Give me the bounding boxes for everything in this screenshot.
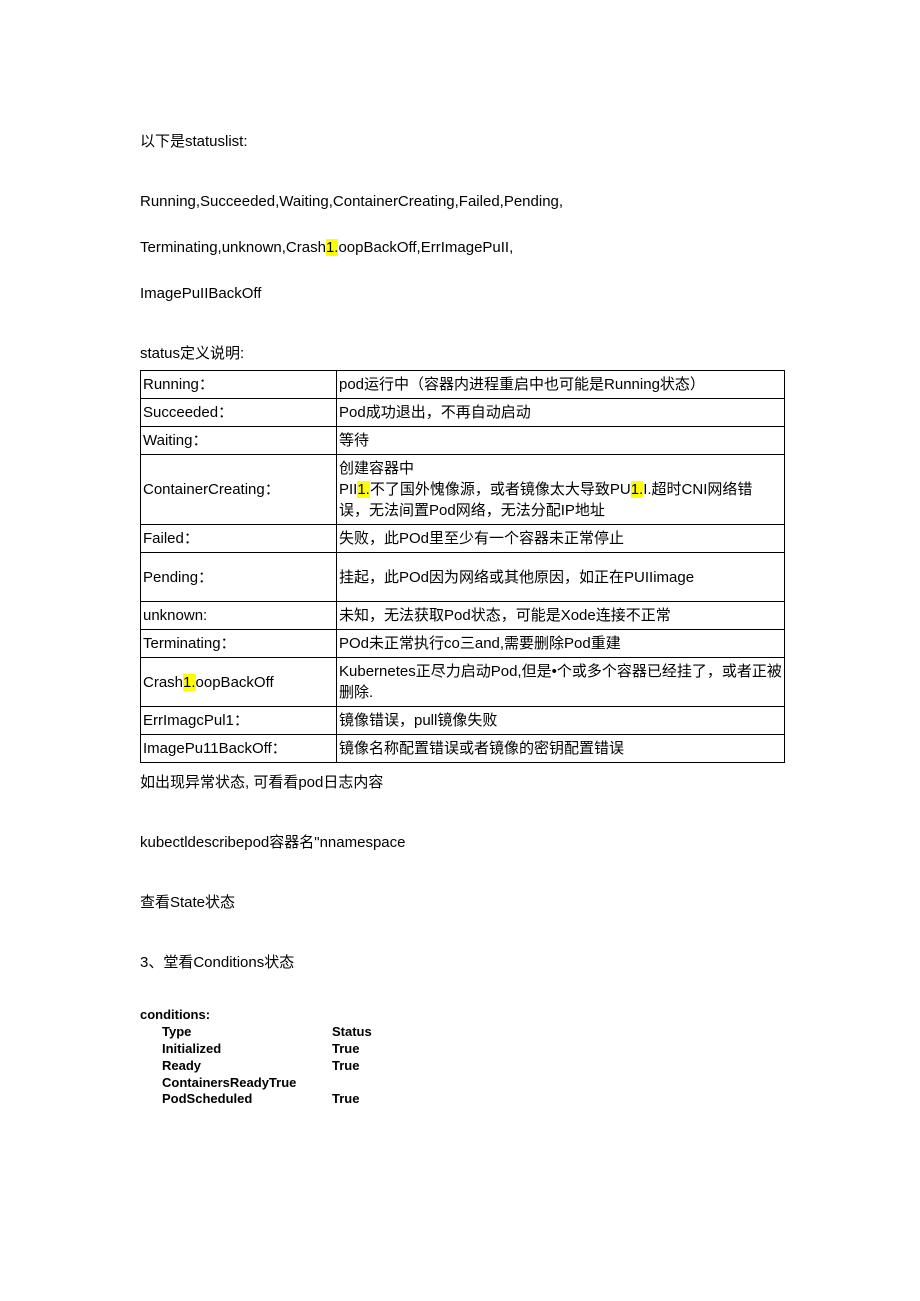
conditions-title: conditions: (140, 1007, 785, 1024)
conditions-type: Initialized (162, 1041, 332, 1058)
table-row: Crash1.oopBackOffKubernetes正尽力启动Pod,但是•个… (141, 658, 785, 707)
table-row: Pending：挂起，此POd因为网络或其他原因，如正在PUIIimage (141, 553, 785, 602)
intro-line-2: Running,Succeeded,Waiting,ContainerCreat… (140, 190, 785, 214)
status-table: Running：pod运行中（容器内进程重启中也可能是Running状态）Suc… (140, 370, 785, 763)
conditions-row: PodScheduledTrue (140, 1091, 785, 1108)
intro-line-4: ImagePuIIBackOff (140, 282, 785, 306)
status-key-cell: ImagePu11BackOff： (141, 735, 337, 763)
conditions-status: True (332, 1041, 359, 1058)
conditions-row: ReadyTrue (140, 1058, 785, 1075)
status-value-cell: 镜像名称配置错误或者镜像的密钥配置错误 (337, 735, 785, 763)
table-row: unknown:未知，无法获取Pod状态，可能是Xode连接不正常 (141, 602, 785, 630)
status-key-cell: Running： (141, 371, 337, 399)
text-fragment: 镜像错误，pull镜像失败 (339, 712, 497, 729)
text-fragment: Crash (143, 674, 183, 691)
table-row: ErrImagcPul1：镜像错误，pull镜像失败 (141, 707, 785, 735)
status-key-cell: Succeeded： (141, 399, 337, 427)
status-value-cell: Pod成功退出，不再自动启动 (337, 399, 785, 427)
text-fragment: pod运行中（容器内进程重启中也可能是Running状态） (339, 376, 705, 393)
status-value-cell: Kubernetes正尽力启动Pod,但是•个或多个容器已经挂了，或者正被删除. (337, 658, 785, 707)
table-row: Failed：失败，此POd里至少有一个容器未正常停止 (141, 525, 785, 553)
status-key-cell: ContainerCreating： (141, 455, 337, 525)
table-row: Terminating：POd未正常执行co三and,需要删除Pod重建 (141, 630, 785, 658)
text-fragment: 创建容器中 (339, 460, 414, 477)
text-fragment: 镜像名称配置错误或者镜像的密钥配置错误 (339, 740, 624, 757)
status-value-cell: 创建容器中PII1.不了国外愧像源，或者镜像太大导致PU1.I.超时CNI网络错… (337, 455, 785, 525)
intro-line-1: 以下是statuslist: (140, 130, 785, 154)
conditions-row: ContainersReadyTrue (140, 1075, 785, 1092)
text-fragment: 不了国外愧像源，或者镜像太大导致PU (370, 481, 631, 498)
status-value-cell: 未知，无法获取Pod状态，可能是Xode连接不正常 (337, 602, 785, 630)
conditions-header: Type Status (140, 1024, 785, 1041)
conditions-header-type: Type (162, 1024, 332, 1041)
conditions-header-status: Status (332, 1024, 372, 1041)
text-fragment: POd未正常执行co三and,需要删除Pod重建 (339, 635, 621, 652)
status-value-cell: 等待 (337, 427, 785, 455)
text-fragment: Kubernetes正尽力启动Pod,但是•个或多个容器已经挂了，或者正被删除. (339, 663, 782, 701)
conditions-row: InitializedTrue (140, 1041, 785, 1058)
after-line-3: 查看State状态 (140, 891, 785, 915)
status-value-cell: 挂起，此POd因为网络或其他原因，如正在PUIIimage (337, 553, 785, 602)
text-fragment: 挂起，此POd因为网络或其他原因，如正在PUIIimage (339, 569, 694, 586)
document-page: 以下是statuslist: Running,Succeeded,Waiting… (0, 0, 920, 1301)
text-fragment: oopBackOff (196, 674, 274, 691)
highlighted-text: 1. (183, 674, 196, 691)
text-fragment: 失败，此POd里至少有一个容器未正常停止 (339, 530, 624, 547)
conditions-status: True (332, 1091, 359, 1108)
table-row: ImagePu11BackOff：镜像名称配置错误或者镜像的密钥配置错误 (141, 735, 785, 763)
highlighted-text: 1. (357, 481, 370, 498)
conditions-type: Ready (162, 1058, 332, 1075)
defs-title: status定义说明: (140, 342, 785, 366)
status-key-cell: ErrImagcPul1： (141, 707, 337, 735)
conditions-type: PodScheduled (162, 1091, 332, 1108)
status-value-cell: 失败，此POd里至少有一个容器未正常停止 (337, 525, 785, 553)
text-fragment: Terminating,unknown,Crash (140, 239, 326, 256)
after-line-2: kubectldescribepod容器名"nnamespace (140, 831, 785, 855)
intro-line-3: Terminating,unknown,Crash1.oopBackOff,Er… (140, 236, 785, 260)
table-row: Waiting：等待 (141, 427, 785, 455)
text-fragment: Pod成功退出，不再自动启动 (339, 404, 531, 421)
status-key-cell: Pending： (141, 553, 337, 602)
status-key-cell: unknown: (141, 602, 337, 630)
conditions-block: conditions: Type Status InitializedTrueR… (140, 1007, 785, 1108)
text-fragment: 未知，无法获取Pod状态，可能是Xode连接不正常 (339, 607, 671, 624)
status-value-cell: POd未正常执行co三and,需要删除Pod重建 (337, 630, 785, 658)
table-row: Succeeded：Pod成功退出，不再自动启动 (141, 399, 785, 427)
table-row: ContainerCreating：创建容器中PII1.不了国外愧像源，或者镜像… (141, 455, 785, 525)
status-key-cell: Failed： (141, 525, 337, 553)
conditions-type: ContainersReadyTrue (162, 1075, 332, 1092)
status-key-cell: Waiting： (141, 427, 337, 455)
table-row: Running：pod运行中（容器内进程重启中也可能是Running状态） (141, 371, 785, 399)
highlighted-text: 1. (326, 239, 339, 256)
status-value-cell: 镜像错误，pull镜像失败 (337, 707, 785, 735)
status-key-cell: Crash1.oopBackOff (141, 658, 337, 707)
conditions-status: True (332, 1058, 359, 1075)
text-fragment: 等待 (339, 432, 369, 449)
highlighted-text: 1. (631, 481, 644, 498)
after-line-4: 3、堂看Conditions状态 (140, 951, 785, 975)
text-fragment: PII (339, 481, 357, 498)
after-line-1: 如出现异常状态, 可看看pod日志内容 (140, 771, 785, 795)
status-value-cell: pod运行中（容器内进程重启中也可能是Running状态） (337, 371, 785, 399)
text-fragment: oopBackOff,ErrImagePuII, (338, 239, 513, 256)
status-key-cell: Terminating： (141, 630, 337, 658)
